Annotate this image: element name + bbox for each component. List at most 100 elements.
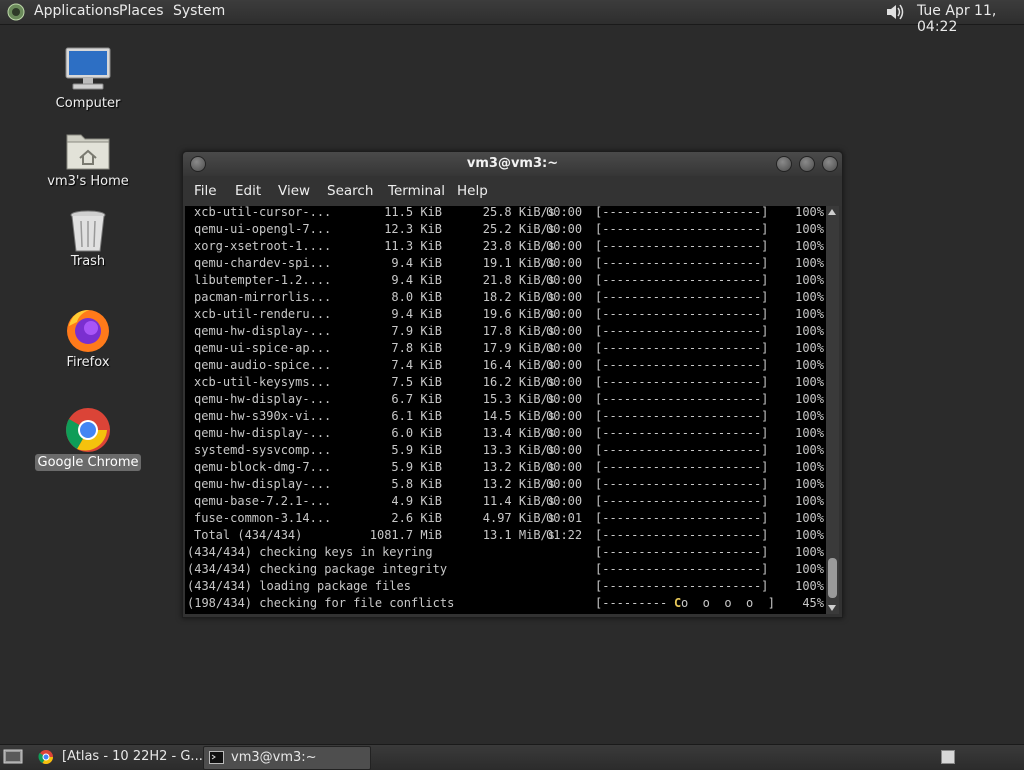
- taskbar-item-terminal[interactable]: vm3@vm3:~: [203, 746, 371, 770]
- progress-percent: 100%: [795, 528, 824, 542]
- taskbar-item-label: [Atlas - 10 22H2 - G...: [62, 749, 203, 764]
- terminal-scrollbar[interactable]: [826, 206, 839, 614]
- step-label: (434/434) checking package integrity: [187, 562, 448, 576]
- progress-percent: 100%: [795, 545, 824, 559]
- progress-bar: [----------------------]: [595, 358, 769, 372]
- elapsed-time: 00:00: [546, 341, 583, 355]
- elapsed-time: 00:00: [546, 494, 583, 508]
- window-titlebar[interactable]: vm3@vm3:~: [183, 152, 842, 176]
- package-size: 7.4 KiB: [391, 358, 442, 372]
- package-size: 5.9 KiB: [391, 443, 442, 457]
- home-folder-icon: [66, 134, 110, 170]
- show-desktop-icon[interactable]: [3, 748, 23, 766]
- scroll-down-arrow-icon[interactable]: [828, 605, 836, 611]
- progress-bar-done: [---------: [595, 596, 668, 610]
- download-line: qemu-block-dmg-7... 5.9 KiB 13.2 KiB/s 00:0…: [185, 459, 826, 476]
- window-menubar: File Edit View Search Terminal Help: [183, 176, 842, 206]
- chrome-icon: [38, 750, 53, 764]
- download-line: libutempter-1.2.... 9.4 KiB 21.8 KiB/s 00:0…: [185, 272, 826, 289]
- elapsed-time: 00:00: [546, 206, 583, 219]
- progress-bar: [----------------------]: [595, 494, 769, 508]
- step-label: (198/434) checking for file conflicts: [187, 596, 455, 610]
- download-line: qemu-hw-display-... 6.7 KiB 15.3 KiB/s 00:0…: [185, 391, 826, 408]
- package-name: qemu-hw-display-...: [194, 392, 332, 406]
- package-name: pacman-mirrorlis...: [194, 290, 332, 304]
- download-rate: 19.1 KiB/s: [482, 256, 555, 270]
- elapsed-time: 00:00: [546, 477, 583, 491]
- elapsed-time: 00:00: [546, 256, 583, 270]
- desktop-icon-chrome[interactable]: Google Chrome: [33, 406, 143, 471]
- menu-applications[interactable]: Applications: [34, 3, 120, 19]
- progress-percent: 100%: [795, 477, 824, 491]
- taskbar-item-chrome[interactable]: [Atlas - 10 22H2 - G...: [34, 746, 203, 768]
- progress-bar: [----------------------]: [595, 273, 769, 287]
- package-size: 2.6 KiB: [391, 511, 442, 525]
- progress-percent: 45%: [802, 596, 824, 610]
- download-rate: 4.97 KiB/s: [482, 511, 555, 525]
- download-rate: 13.1 MiB/s: [482, 528, 555, 542]
- package-name: qemu-audio-spice...: [194, 358, 332, 372]
- progress-percent: 100%: [795, 409, 824, 423]
- elapsed-time: 00:00: [546, 239, 583, 253]
- download-line: xcb-util-cursor-... 11.5 KiB 25.8 KiB/s 00:…: [185, 206, 826, 221]
- package-name: xorg-xsetroot-1....: [194, 239, 332, 253]
- download-rate: 15.3 KiB/s: [482, 392, 555, 406]
- download-line: pacman-mirrorlis... 8.0 KiB 18.2 KiB/s 00:0…: [185, 289, 826, 306]
- minimize-button[interactable]: [776, 156, 792, 172]
- progress-percent: 100%: [795, 579, 824, 593]
- progress-bar: [----------------------]: [595, 206, 769, 219]
- volume-icon[interactable]: [884, 2, 906, 22]
- download-line: qemu-hw-display-... 6.0 KiB 13.4 KiB/s 00:0…: [185, 425, 826, 442]
- download-line: qemu-base-7.2.1-... 4.9 KiB 11.4 KiB/s 00:0…: [185, 493, 826, 510]
- progress-percent: 100%: [795, 358, 824, 372]
- scroll-up-arrow-icon[interactable]: [828, 209, 836, 215]
- progress-bar: [----------------------]: [595, 307, 769, 321]
- distro-logo-icon[interactable]: [7, 3, 25, 21]
- firefox-icon: [67, 310, 109, 352]
- progress-percent: 100%: [795, 206, 824, 219]
- menu-view[interactable]: View: [278, 183, 310, 199]
- download-rate: 16.4 KiB/s: [482, 358, 555, 372]
- package-size: 1081.7 MiB: [369, 528, 442, 542]
- progress-percent: 100%: [795, 307, 824, 321]
- desktop-icon-firefox[interactable]: Firefox: [33, 306, 143, 371]
- menu-terminal[interactable]: Terminal: [388, 183, 445, 199]
- package-name: xcb-util-renderu...: [194, 307, 332, 321]
- elapsed-time: 00:00: [546, 290, 583, 304]
- progress-bar: [----------------------]: [595, 375, 769, 389]
- desktop-icon-trash[interactable]: Trash: [33, 209, 143, 270]
- package-size: 6.0 KiB: [391, 426, 442, 440]
- step-line: (198/434) checking for file conflicts [--…: [185, 595, 826, 612]
- workspace-switcher[interactable]: [941, 750, 955, 764]
- package-size: 9.4 KiB: [391, 307, 442, 321]
- elapsed-time: 00:00: [546, 358, 583, 372]
- progress-percent: 100%: [795, 341, 824, 355]
- scrollbar-thumb[interactable]: [828, 558, 837, 598]
- desktop-icon-computer[interactable]: Computer: [33, 45, 143, 112]
- progress-percent: 100%: [795, 443, 824, 457]
- elapsed-time: 00:00: [546, 375, 583, 389]
- download-line: xorg-xsetroot-1.... 11.3 KiB 23.8 KiB/s 00:…: [185, 238, 826, 255]
- menu-file[interactable]: File: [194, 183, 217, 199]
- download-line: qemu-chardev-spi... 9.4 KiB 19.1 KiB/s 00:0…: [185, 255, 826, 272]
- progress-percent: 100%: [795, 239, 824, 253]
- download-line: qemu-hw-s390x-vi... 6.1 KiB 14.5 KiB/s 00:0…: [185, 408, 826, 425]
- clock[interactable]: Tue Apr 11, 04:22: [917, 3, 1024, 35]
- package-name: fuse-common-3.14...: [194, 511, 332, 525]
- terminal-output[interactable]: xcb-util-cursor-... 11.5 KiB 25.8 KiB/s 00:…: [185, 206, 826, 614]
- maximize-button[interactable]: [799, 156, 815, 172]
- menu-edit[interactable]: Edit: [235, 183, 261, 199]
- desktop-icon-home[interactable]: vm3's Home: [33, 127, 143, 190]
- menu-help[interactable]: Help: [457, 183, 488, 199]
- menu-search[interactable]: Search: [327, 183, 373, 199]
- download-rate: 13.4 KiB/s: [482, 426, 555, 440]
- package-size: 5.8 KiB: [391, 477, 442, 491]
- close-button[interactable]: [822, 156, 838, 172]
- download-rate: 25.8 KiB/s: [482, 206, 555, 219]
- progress-bar: [----------------------]: [595, 426, 769, 440]
- menu-system[interactable]: System: [173, 3, 225, 19]
- progress-bar: [----------------------]: [595, 562, 769, 576]
- menu-places[interactable]: Places: [119, 3, 164, 19]
- elapsed-time: 00:01: [546, 511, 583, 525]
- step-label: (434/434) checking keys in keyring: [187, 545, 433, 559]
